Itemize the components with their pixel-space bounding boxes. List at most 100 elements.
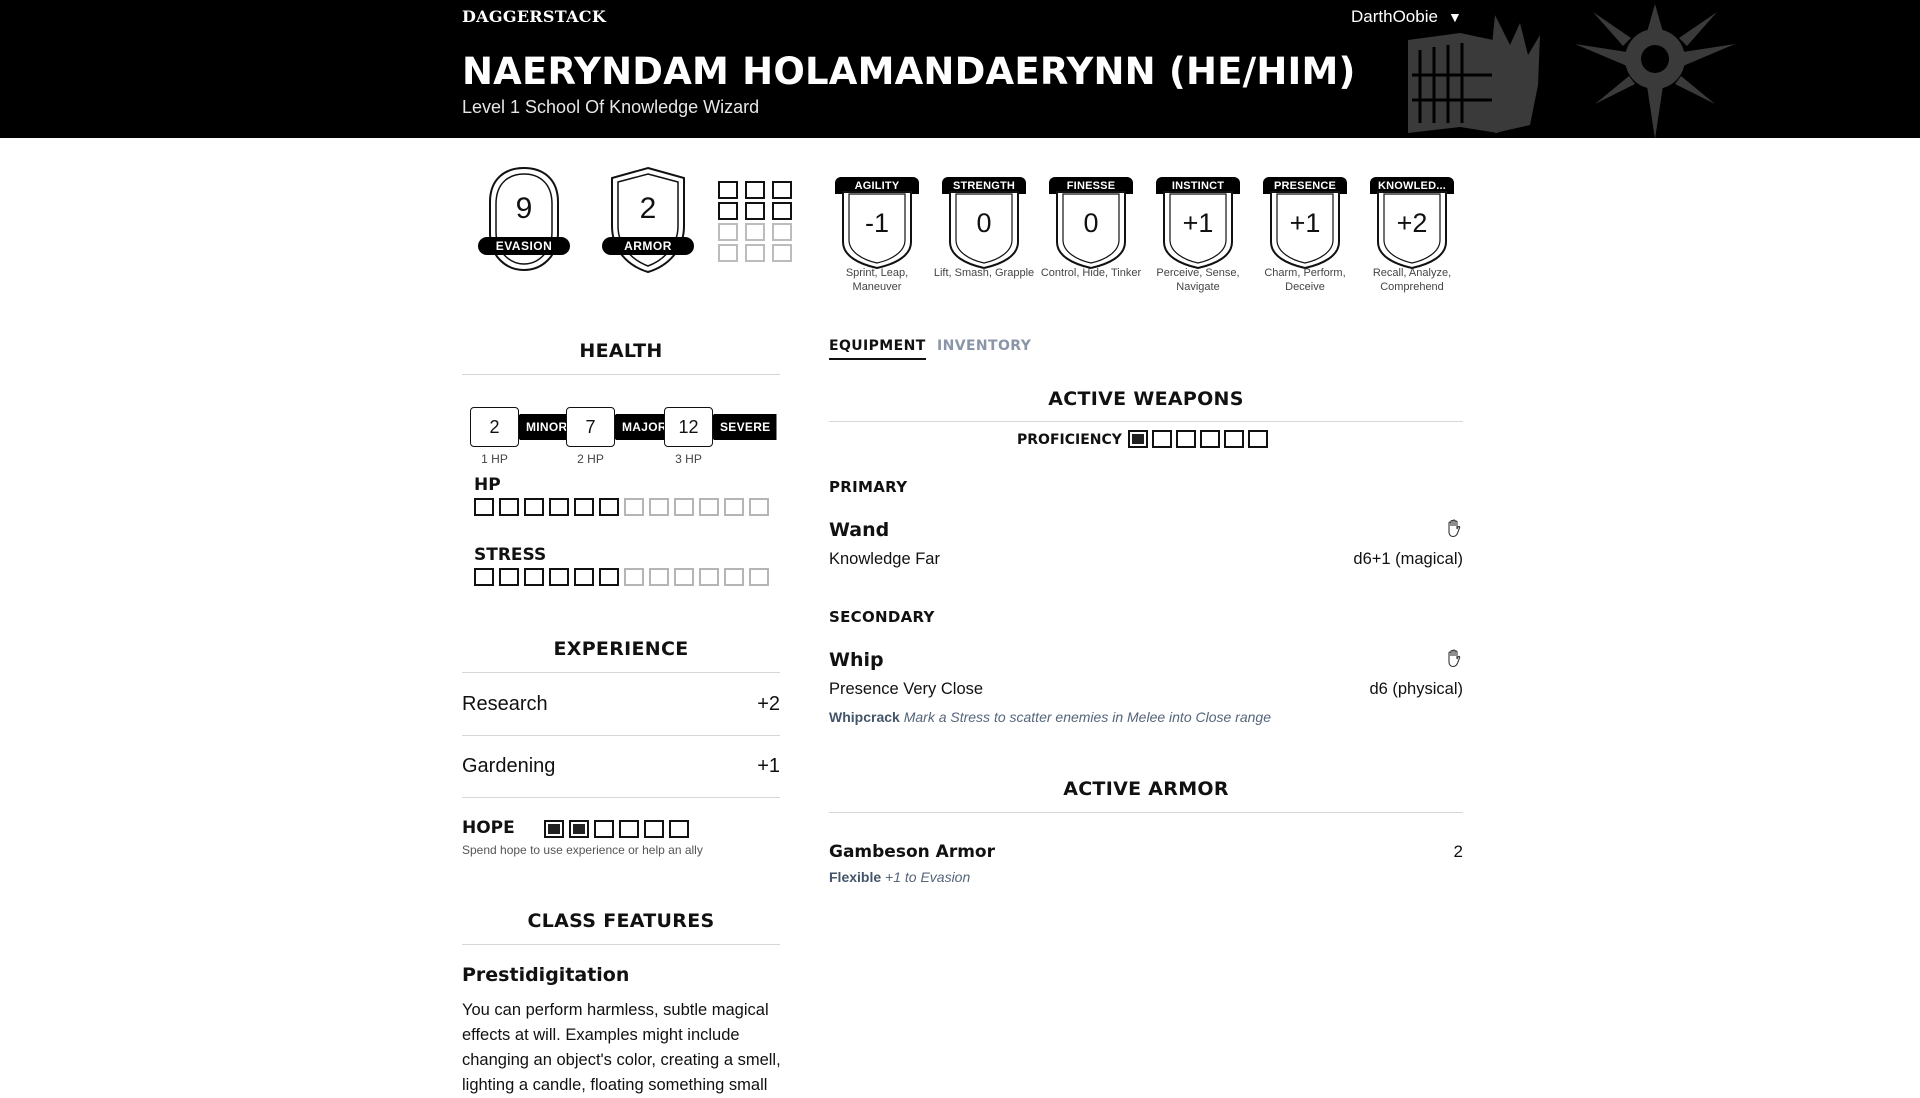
hope-slot[interactable] <box>594 820 614 838</box>
stress-slot[interactable] <box>524 568 544 586</box>
proficiency-slot[interactable] <box>1176 430 1196 448</box>
armor-value: 2 <box>639 192 657 225</box>
hp-slot[interactable] <box>574 498 594 516</box>
trait-description: Perceive, Sense, Navigate <box>1156 267 1240 293</box>
armor-name: Gambeson Armor <box>829 842 995 862</box>
armor-row: Gambeson Armor 2 <box>829 842 1463 862</box>
character-header: DAGGERSTACK DarthOobie ▼ NAERYNDAM HOLAM… <box>0 0 1920 138</box>
stress-slot-locked <box>649 568 669 586</box>
hp-slot-locked <box>724 498 744 516</box>
proficiency-slot[interactable] <box>1152 430 1172 448</box>
proficiency-track <box>1128 430 1268 448</box>
hp-slot-locked <box>649 498 669 516</box>
hope-slot-filled[interactable] <box>569 820 589 838</box>
armor-slot[interactable] <box>718 181 738 199</box>
threshold-major-hp: 2 HP <box>577 452 604 466</box>
armor-slot-locked <box>718 223 738 241</box>
hp-slot-locked <box>749 498 769 516</box>
armor-feature-name: Flexible <box>829 869 882 885</box>
armor-slot[interactable] <box>772 181 792 199</box>
experience-name: Research <box>462 692 548 715</box>
stress-slot[interactable] <box>499 568 519 586</box>
hp-track <box>474 498 769 516</box>
sun-sigil-icon <box>1575 4 1735 138</box>
primary-weapon-row: Knowledge Far d6+1 (magical) <box>829 550 1463 569</box>
stress-slot[interactable] <box>574 568 594 586</box>
hp-slot[interactable] <box>499 498 519 516</box>
evasion-label: EVASION <box>478 237 570 255</box>
trait-description: Lift, Smash, Grapple <box>933 267 1035 279</box>
active-weapons-title: ACTIVE WEAPONS <box>1048 388 1244 410</box>
trait-description: Recall, Analyze, Comprehend <box>1372 267 1452 293</box>
evasion-badge: 9 EVASION <box>468 166 580 274</box>
trait-value: -1 <box>864 208 889 238</box>
experience-item[interactable]: Gardening +1 <box>462 735 780 797</box>
divider <box>462 374 780 375</box>
proficiency-slot[interactable] <box>1224 430 1244 448</box>
armor-slot-locked <box>745 223 765 241</box>
hand-grab-icon[interactable] <box>1445 518 1463 538</box>
armor-label: ARMOR <box>602 237 694 255</box>
hope-hint: Spend hope to use experience or help an … <box>462 843 703 857</box>
hp-slot[interactable] <box>599 498 619 516</box>
stress-slot[interactable] <box>599 568 619 586</box>
proficiency-slot[interactable] <box>1200 430 1220 448</box>
stress-slot[interactable] <box>474 568 494 586</box>
armor-badge: 2 ARMOR <box>592 166 704 274</box>
armor-feature: Flexible +1 to Evasion <box>829 869 970 885</box>
armor-feature-text: +1 to Evasion <box>885 869 971 885</box>
threshold-minor-hp: 1 HP <box>481 452 508 466</box>
stress-slot-locked <box>749 568 769 586</box>
stress-slot-locked <box>724 568 744 586</box>
armor-score: 2 <box>1453 842 1463 861</box>
threshold-severe-tag: SEVERE <box>704 414 777 440</box>
weapon-feature-text: Mark a Stress to scatter enemies in Mele… <box>903 709 1271 725</box>
hope-slot[interactable] <box>619 820 639 838</box>
hope-slot[interactable] <box>644 820 664 838</box>
proficiency-slot-filled[interactable] <box>1128 430 1148 448</box>
armor-slot[interactable] <box>718 202 738 220</box>
secondary-weapon-damage: d6 (physical) <box>1369 680 1463 698</box>
proficiency-slot[interactable] <box>1248 430 1268 448</box>
experience-item[interactable]: Research +2 <box>462 673 780 735</box>
hp-slot-locked <box>699 498 719 516</box>
proficiency-label: PROFICIENCY <box>1017 432 1122 448</box>
threshold-major-value: 7 <box>566 407 615 447</box>
tab-equipment[interactable]: EQUIPMENT <box>829 338 926 360</box>
hope-track <box>544 820 689 838</box>
stress-slot[interactable] <box>549 568 569 586</box>
app-logo[interactable]: DAGGERSTACK <box>462 7 606 26</box>
experience-name: Gardening <box>462 754 556 777</box>
hp-slot[interactable] <box>524 498 544 516</box>
class-features-title: CLASS FEATURES <box>527 910 715 932</box>
experience-title: EXPERIENCE <box>553 638 689 660</box>
armor-slot[interactable] <box>745 181 765 199</box>
hp-slot-locked <box>674 498 694 516</box>
hand-grab-icon[interactable] <box>1445 648 1463 668</box>
active-armor-title: ACTIVE ARMOR <box>1063 778 1229 800</box>
threshold-major-tag: MAJOR <box>606 414 673 440</box>
armor-slot[interactable] <box>772 202 792 220</box>
trait-value: +2 <box>1396 208 1428 238</box>
secondary-label: SECONDARY <box>829 608 935 626</box>
secondary-weapon-name: Whip <box>829 649 884 671</box>
armor-slot-locked <box>745 244 765 262</box>
hp-slot[interactable] <box>549 498 569 516</box>
hope-slot[interactable] <box>669 820 689 838</box>
armor-slot-locked <box>772 223 792 241</box>
stress-slot-locked <box>674 568 694 586</box>
primary-weapon-name: Wand <box>829 519 890 541</box>
armor-slot[interactable] <box>745 202 765 220</box>
hp-slot[interactable] <box>474 498 494 516</box>
hope-slot-filled[interactable] <box>544 820 564 838</box>
experience-bonus: +1 <box>757 754 780 777</box>
hope-label: HOPE <box>462 818 515 838</box>
primary-weapon-damage: d6+1 (magical) <box>1353 550 1463 568</box>
feature-text: You can perform harmless, subtle magical… <box>462 1001 781 1094</box>
tab-inventory[interactable]: INVENTORY <box>937 338 1031 358</box>
trait-value: 0 <box>1083 208 1099 238</box>
weapon-feature-name: Whipcrack <box>829 709 900 725</box>
trait-description: Control, Hide, Tinker <box>1040 267 1142 279</box>
divider <box>829 421 1463 422</box>
primary-label: PRIMARY <box>829 478 908 496</box>
